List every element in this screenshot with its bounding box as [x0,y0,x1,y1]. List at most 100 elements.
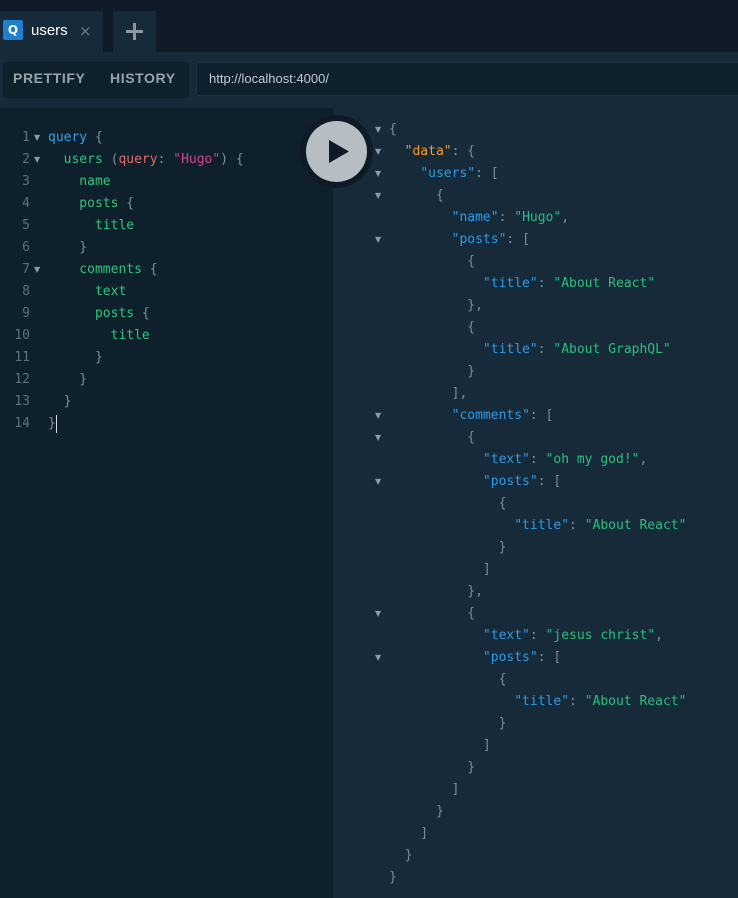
code-token: { [389,430,476,445]
results-line: ] [333,735,738,757]
code-token: posts [48,306,135,321]
code-text: "comments": [ [389,405,554,427]
results-line: "text": "oh my god!", [333,449,738,471]
text-cursor [55,414,57,433]
add-tab-button[interactable] [113,11,156,52]
code-token: ], [389,386,468,401]
line-number: 11 [14,350,30,365]
endpoint-url-input[interactable]: http://localhost:4000/ [196,62,738,96]
editor-line: 5 title [0,215,333,237]
code-text: posts { [48,303,150,325]
code-token: "data" [404,144,452,159]
results-line: ], [333,383,738,405]
code-text: users (query: "Hugo") { [48,149,244,171]
fold-toggle-icon[interactable]: ▼ [375,119,381,141]
code-token: : [498,210,515,225]
code-text: "title": "About React" [389,273,655,295]
code-token: { [389,606,476,621]
line-number: 12 [14,372,30,387]
code-token: : [ [506,232,530,247]
query-editor[interactable]: 1 ▼ query {2 ▼ users (query: "Hugo") {3 nam… [0,108,333,898]
editor-line: 6 } [0,237,333,259]
results-line: ] [333,823,738,845]
code-token: : [157,152,174,167]
code-text: "posts": [ [389,471,561,493]
fold-toggle-icon[interactable]: ▼ [375,647,381,669]
code-token: } [389,870,397,885]
fold-toggle-icon[interactable]: ▼ [375,185,381,207]
tab-bar: Q users × [0,0,738,52]
line-number: 9 [22,306,30,321]
code-token: : [569,694,585,709]
code-text: { [389,185,444,207]
code-token: "title" [514,518,570,533]
editor-line: 14} [0,413,333,435]
fold-toggle-icon[interactable]: ▼ [375,141,381,163]
toolbar-buttons: PRETTIFY HISTORY [3,62,189,98]
fold-toggle-icon[interactable]: ▼ [375,229,381,251]
line-number: 2 [22,152,30,167]
code-token: } [389,364,476,379]
code-token: } [48,372,88,387]
code-text: } [389,361,475,383]
code-token: "users" [420,166,476,181]
code-token: : [537,342,554,357]
code-token: , [561,210,570,225]
code-text: } [48,237,87,259]
code-token: ] [389,562,491,577]
code-text: { [389,427,475,449]
code-text: comments { [48,259,157,281]
prettify-button[interactable]: PRETTIFY [13,62,85,95]
code-token: : [ [537,650,562,665]
results-line: { [333,317,738,339]
results-line: ▼ "comments": [ [333,405,738,427]
results-line: } [333,361,738,383]
code-token: ] [389,782,460,797]
fold-toggle-icon[interactable]: ▼ [375,405,381,427]
line-number: 10 [14,328,30,343]
code-token: , [655,628,663,643]
fold-toggle-icon[interactable]: ▼ [375,603,381,625]
editor-line: 9 posts { [0,303,333,325]
code-text: } [389,801,444,823]
code-text: query { [48,127,103,149]
code-token: { [134,306,150,321]
code-text: } [48,347,103,369]
code-text: ], [389,383,468,405]
editor-line: 4 posts { [0,193,333,215]
code-token: query [48,130,88,145]
code-token: : [537,276,554,291]
fold-toggle-icon[interactable]: ▼ [375,471,381,493]
fold-toggle-icon[interactable]: ▼ [375,163,381,185]
code-token: } [48,394,72,409]
code-token: "text" [482,452,530,467]
code-text: ] [389,823,428,845]
line-number: 14 [14,416,30,431]
code-text: "posts": [ [389,647,561,669]
history-button[interactable]: HISTORY [110,62,176,95]
fold-toggle-icon[interactable]: ▼ [34,149,40,171]
result-viewer: ▼{▼ "data": {▼ "users": [▼ { "name": "Hu… [333,108,738,898]
tab-users[interactable]: Q users × [0,11,103,52]
code-token: "Hugo" [514,210,562,225]
code-text: } [389,845,413,867]
fold-toggle-icon[interactable]: ▼ [34,127,40,149]
code-text: } [48,369,87,391]
fold-toggle-icon[interactable]: ▼ [34,259,40,281]
code-token: : [569,518,585,533]
tab-title[interactable]: users [31,11,68,51]
fold-toggle-icon[interactable]: ▼ [375,427,381,449]
code-token: } [389,804,444,819]
editor-line: 2 ▼ users (query: "Hugo") { [0,149,333,171]
execute-query-button[interactable] [306,121,367,182]
close-icon[interactable]: × [79,11,92,51]
code-token: }, [389,298,483,313]
code-text: "users": [ [389,163,498,185]
results-line: { [333,493,738,515]
code-text: ] [389,779,460,801]
code-token: } [48,350,103,365]
